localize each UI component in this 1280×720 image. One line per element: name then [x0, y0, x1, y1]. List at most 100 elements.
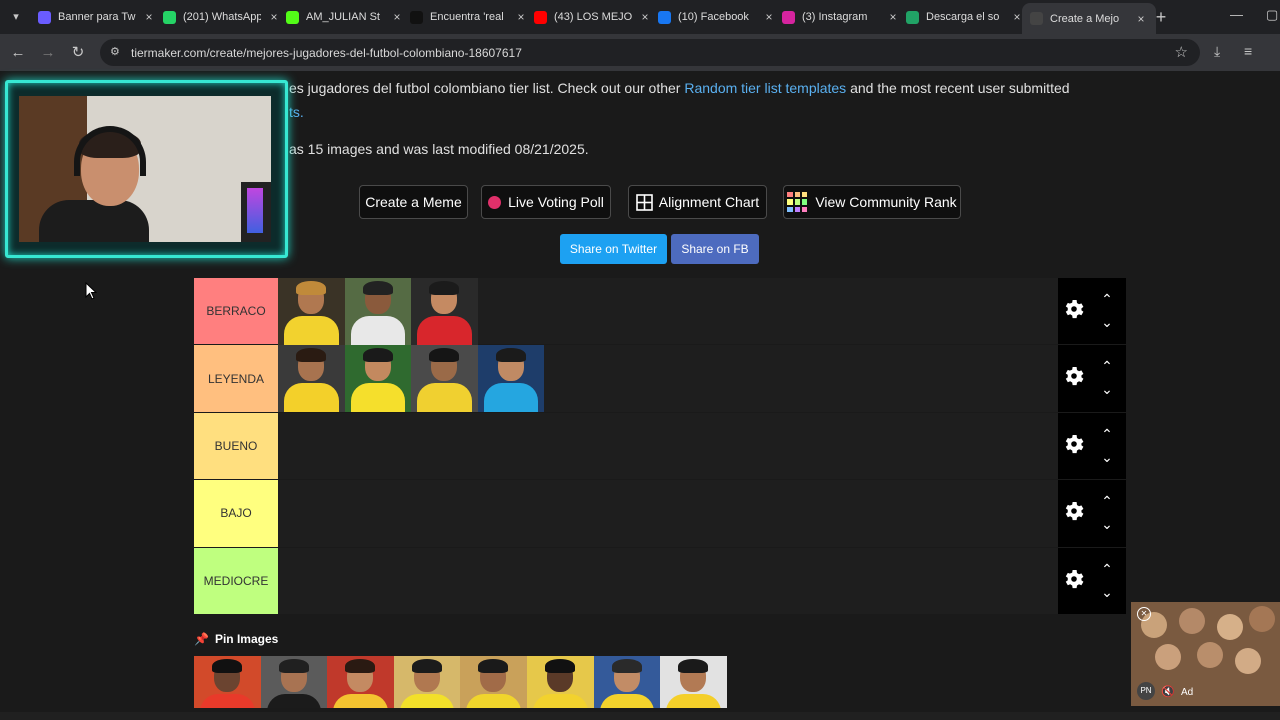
tab-kick[interactable]: AM_JULIAN St × — [286, 5, 404, 29]
tier-controls: ⌃ ⌄ — [1058, 412, 1126, 480]
forward-icon[interactable]: → — [38, 43, 58, 63]
webcam-overlay — [5, 80, 288, 258]
tier-label[interactable]: LEYENDA — [194, 345, 278, 412]
grid-icon — [635, 193, 653, 211]
tab-close-icon[interactable]: × — [1134, 12, 1148, 26]
tab-excel[interactable]: Descarga el so × — [906, 5, 1024, 29]
ad-label: Ad — [1181, 687, 1194, 698]
tab-close-icon[interactable]: × — [638, 10, 652, 24]
gear-icon[interactable] — [1062, 432, 1086, 456]
tab-youtube[interactable]: (43) LOS MEJO × — [534, 5, 652, 29]
tier-items[interactable] — [278, 480, 1058, 547]
move-up-icon[interactable]: ⌃ — [1098, 490, 1116, 513]
create-meme-button[interactable]: Create a Meme — [359, 185, 468, 219]
tab-close-icon[interactable]: × — [514, 10, 528, 24]
recent-lists-link[interactable]: ts. — [289, 104, 304, 120]
alignment-chart-button[interactable]: Alignment Chart — [628, 185, 767, 219]
pool-image[interactable] — [460, 656, 527, 708]
tier-label[interactable]: BERRACO — [194, 278, 278, 345]
player-image[interactable] — [477, 345, 545, 412]
move-down-icon[interactable]: ⌄ — [1098, 513, 1116, 536]
gear-icon[interactable] — [1062, 297, 1086, 321]
pool-image[interactable] — [327, 656, 394, 708]
tab-search-dropdown-icon[interactable]: ▾ — [6, 7, 26, 27]
record-dot-icon — [488, 195, 502, 209]
mouse-cursor-icon — [85, 282, 97, 300]
tier-items[interactable] — [278, 547, 1058, 614]
tier-items[interactable] — [278, 278, 1058, 345]
gear-icon[interactable] — [1062, 499, 1086, 523]
player-image[interactable] — [344, 345, 412, 412]
pool-image[interactable] — [593, 656, 661, 708]
tier-row: LEYENDA ⌃ ⌄ — [194, 345, 1126, 413]
pool-image[interactable] — [393, 656, 461, 708]
player-image[interactable] — [411, 278, 478, 345]
player-image[interactable] — [278, 345, 345, 412]
tab-instagram[interactable]: (3) Instagram × — [782, 5, 900, 29]
ad-close-icon[interactable]: ✕ — [1137, 607, 1151, 621]
tab-close-icon[interactable]: × — [142, 10, 156, 24]
bookmark-star-icon[interactable]: ☆ — [1175, 43, 1188, 61]
tier-controls: ⌃ ⌄ — [1058, 547, 1126, 614]
ad-badge: PN — [1137, 682, 1155, 700]
maximize-icon[interactable]: ▢ — [1266, 7, 1278, 23]
webcam-feed — [19, 96, 271, 242]
gear-icon[interactable] — [1062, 364, 1086, 388]
pool-image[interactable] — [260, 656, 328, 708]
move-up-icon[interactable]: ⌃ — [1098, 355, 1116, 378]
download-icon[interactable]: ⤓ — [1214, 43, 1220, 60]
tab-close-icon[interactable]: × — [886, 10, 900, 24]
new-tab-button[interactable]: + — [1152, 7, 1170, 27]
reload-icon[interactable]: ↻ — [68, 43, 88, 63]
tier-label[interactable]: MEDIOCRE — [194, 547, 278, 614]
live-voting-poll-label: Live Voting Poll — [508, 194, 604, 210]
pin-icon: 📌 — [194, 632, 209, 646]
tier-label[interactable]: BUENO — [194, 412, 278, 480]
tab-facebook[interactable]: (10) Facebook × — [658, 5, 776, 29]
tiktok-icon — [410, 10, 423, 24]
share-fb-button[interactable]: Share on FB — [671, 234, 759, 264]
pool-image[interactable] — [526, 656, 594, 708]
move-down-icon[interactable]: ⌄ — [1098, 446, 1116, 469]
tab-tiktok[interactable]: Encuentra 'real × — [410, 5, 528, 29]
create-meme-label: Create a Meme — [365, 194, 462, 210]
tier-items[interactable] — [278, 412, 1058, 480]
view-community-rank-button[interactable]: View Community Rank — [783, 185, 961, 219]
move-up-icon[interactable]: ⌃ — [1098, 423, 1116, 446]
player-image[interactable] — [344, 278, 412, 345]
random-templates-link[interactable]: Random tier list templates — [684, 80, 846, 96]
tier-items[interactable] — [278, 345, 1058, 412]
tab-strip: ▾ Banner para Tw × (201) WhatsApp × AM_JULIA… — [0, 0, 1280, 34]
tab-heart[interactable]: Banner para Tw × — [38, 5, 156, 29]
site-info-icon[interactable]: ⚙ — [110, 45, 120, 58]
pool-image[interactable] — [660, 656, 727, 708]
player-image[interactable] — [411, 345, 478, 412]
back-icon[interactable]: ← — [8, 43, 28, 63]
reading-list-icon[interactable]: ≡ — [1244, 43, 1252, 59]
move-down-icon[interactable]: ⌄ — [1098, 311, 1116, 334]
player-image[interactable] — [278, 278, 345, 345]
move-up-icon[interactable]: ⌃ — [1098, 558, 1116, 581]
tab-close-icon[interactable]: × — [390, 10, 404, 24]
video-ad[interactable]: ✕ PN 🔇 Ad — [1131, 602, 1280, 706]
tab-close-icon[interactable]: × — [762, 10, 776, 24]
tier-row: MEDIOCRE ⌃ ⌄ — [194, 547, 1126, 615]
minimize-icon[interactable]: — — [1230, 7, 1243, 22]
tab-whatsapp[interactable]: (201) WhatsApp × — [163, 5, 281, 29]
pin-images-header[interactable]: 📌 Pin Images — [194, 632, 278, 646]
navigation-bar: ← → ↻ ⚙ tiermaker.com/create/mejores-jug… — [0, 34, 1280, 71]
address-bar[interactable]: ⚙ tiermaker.com/create/mejores-jugadores… — [100, 39, 1200, 66]
move-up-icon[interactable]: ⌃ — [1098, 288, 1116, 311]
image-pool — [194, 656, 727, 708]
tab-tiermaker[interactable]: Create a Mejo × — [1022, 3, 1156, 34]
pool-image[interactable] — [194, 656, 261, 708]
mute-icon[interactable]: 🔇 — [1161, 685, 1175, 698]
live-voting-poll-button[interactable]: Live Voting Poll — [481, 185, 611, 219]
tab-close-icon[interactable]: × — [267, 10, 281, 24]
share-twitter-button[interactable]: Share on Twitter — [560, 234, 667, 264]
tier-label[interactable]: BAJO — [194, 480, 278, 547]
tier-row: BAJO ⌃ ⌄ — [194, 480, 1126, 548]
move-down-icon[interactable]: ⌄ — [1098, 378, 1116, 401]
gear-icon[interactable] — [1062, 567, 1086, 591]
move-down-icon[interactable]: ⌄ — [1098, 581, 1116, 604]
